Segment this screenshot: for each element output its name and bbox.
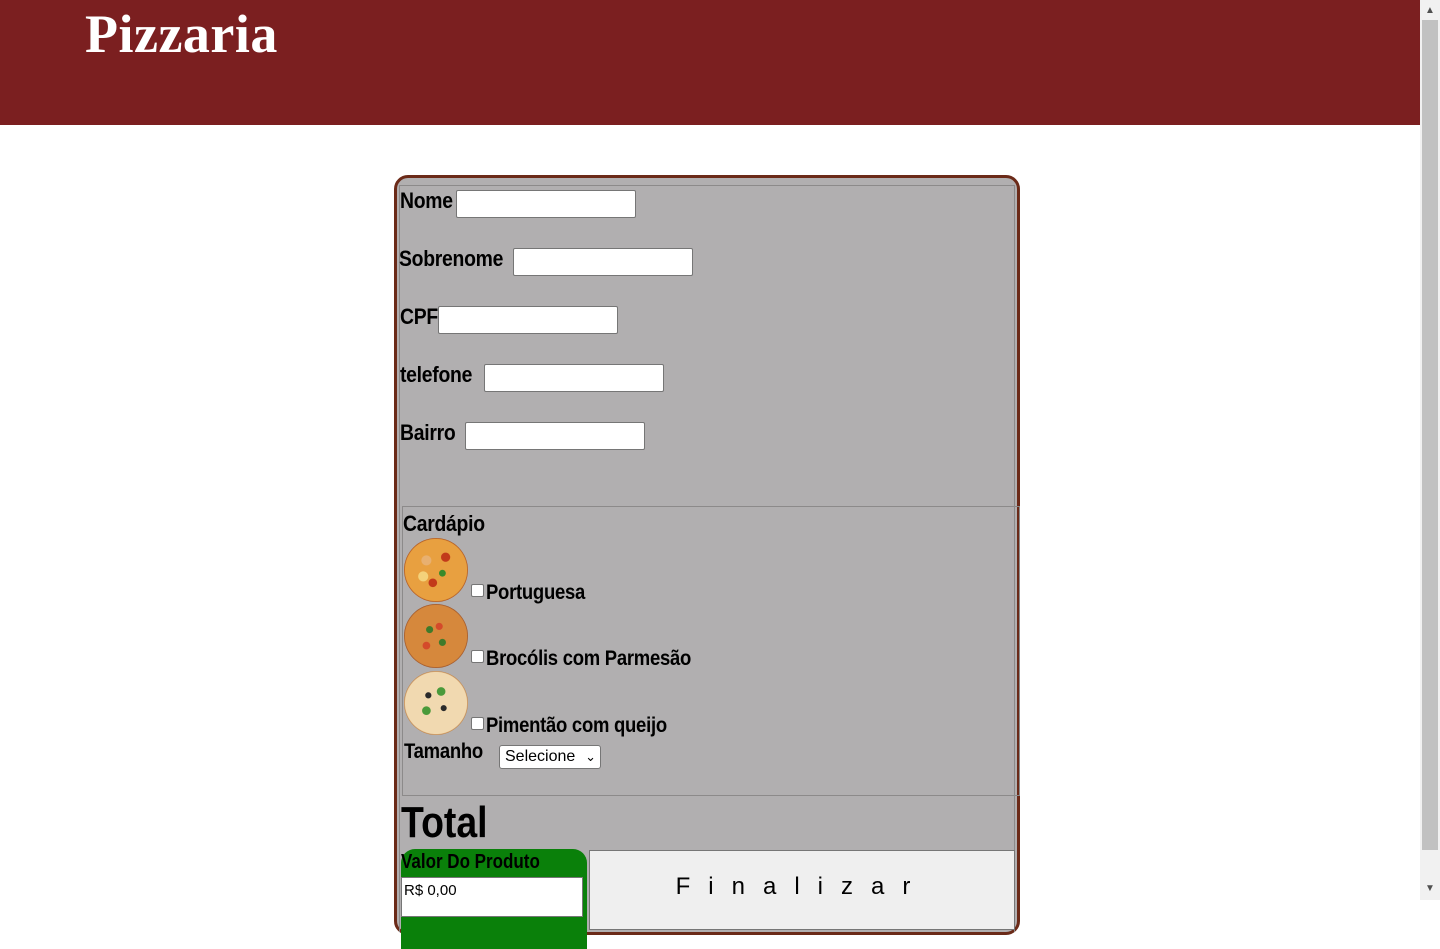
nome-input[interactable] (456, 190, 636, 218)
brocolis-checkbox[interactable] (471, 650, 484, 663)
site-title: Pizzaria (85, 4, 278, 64)
nome-label: Nome (400, 188, 453, 213)
cardapio-title: Cardápio (403, 511, 485, 536)
valor-field[interactable]: R$ 0,00 (401, 877, 583, 917)
bairro-label: Bairro (400, 420, 456, 445)
bairro-input[interactable] (465, 422, 645, 450)
scroll-down-icon[interactable]: ▼ (1420, 880, 1440, 898)
sobrenome-input[interactable] (513, 248, 693, 276)
scroll-thumb[interactable] (1422, 20, 1438, 850)
telefone-label: telefone (400, 362, 473, 387)
valor-box: Valor Do Produto R$ 0,00 (401, 849, 587, 949)
finalizar-button[interactable]: Finalizar (589, 850, 1015, 930)
site-header: Pizzaria (0, 0, 1420, 125)
valor-label: Valor Do Produto (401, 851, 540, 873)
pizza-brocolis-image (404, 604, 468, 668)
cardapio-section: Cardápio Portuguesa Brocólis com Parmesã… (402, 506, 1020, 796)
pimentao-label: Pimentão com queijo (486, 714, 667, 737)
tamanho-selected: Selecione (505, 748, 576, 765)
tamanho-label: Tamanho (404, 740, 483, 763)
portuguesa-checkbox[interactable] (471, 584, 484, 597)
cpf-label: CPF (400, 304, 438, 329)
pizza-pimentao-image (404, 671, 468, 735)
cpf-input[interactable] (438, 306, 618, 334)
tamanho-select[interactable]: Selecione ⌄ (499, 745, 601, 769)
telefone-input[interactable] (484, 364, 664, 392)
chevron-down-icon: ⌄ (585, 749, 596, 764)
vertical-scrollbar[interactable]: ▲ ▼ (1420, 0, 1440, 900)
portuguesa-label: Portuguesa (486, 581, 586, 604)
pimentao-checkbox[interactable] (471, 717, 484, 730)
scroll-up-icon[interactable]: ▲ (1420, 2, 1440, 20)
total-title: Total (401, 798, 488, 847)
brocolis-label: Brocólis com Parmesão (486, 647, 692, 670)
sobrenome-label: Sobrenome (399, 246, 504, 271)
order-form: Nome Sobrenome CPF telefone Bairro Cardá… (394, 175, 1020, 949)
pizza-portuguesa-image (404, 538, 468, 602)
